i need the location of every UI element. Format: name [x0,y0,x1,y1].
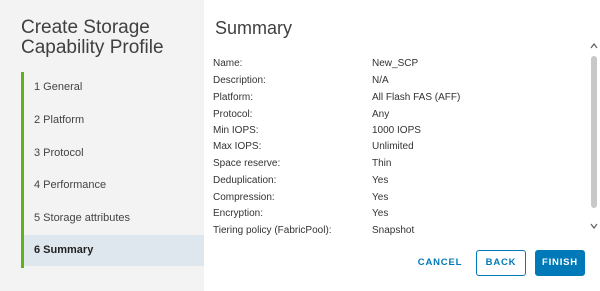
chevron-down-icon[interactable] [589,220,599,232]
summary-row-platform: Platform: All Flash FAS (AFF) [204,92,589,108]
summary-row-space-reserve: Space reserve: Thin [204,158,589,174]
summary-value: Yes [372,192,389,203]
summary-row-min-iops: Min IOPS: 1000 IOPS [204,125,589,141]
summary-panel: Summary Name: New_SCP Description: N/A P… [204,0,600,291]
summary-list: Name: New_SCP Description: N/A Platform:… [204,52,589,235]
summary-row-description: Description: N/A [204,75,589,91]
summary-label: Name: [213,58,243,69]
summary-label: Compression: [213,192,275,203]
chevron-up-icon[interactable] [589,40,599,52]
summary-scrollbar[interactable] [588,36,600,236]
page-title: Summary [215,18,293,38]
summary-value: All Flash FAS (AFF) [372,92,461,103]
summary-value: 1000 IOPS [372,125,421,136]
wizard-step-platform[interactable]: 2 Platform [24,105,207,136]
finish-button[interactable]: FINISH [535,250,585,276]
summary-value: Any [372,109,390,120]
summary-label: Description: [213,75,266,86]
back-button[interactable]: BACK [476,250,526,276]
wizard-sidebar: Create Storage Capability Profile 1 Gene… [0,0,207,291]
summary-value: Unlimited [372,141,414,152]
summary-value: N/A [372,75,389,86]
summary-label: Encryption: [213,208,264,219]
summary-label: Protocol: [213,109,253,120]
summary-row-deduplication: Deduplication: Yes [204,175,589,191]
summary-row-name: Name: New_SCP [204,58,589,74]
summary-row-protocol: Protocol: Any [204,109,589,125]
summary-value: Snapshot [372,225,415,235]
summary-row-tiering-policy: Tiering policy (FabricPool): Snapshot [204,225,589,235]
wizard-step-general[interactable]: 1 General [24,72,207,103]
scrollbar-thumb[interactable] [591,56,597,208]
wizard-steps: 1 General 2 Platform 3 Protocol 4 Perfor… [21,72,207,268]
summary-label: Platform: [213,92,254,103]
summary-label: Min IOPS: [213,125,259,136]
summary-value: Thin [372,158,392,169]
wizard-step-performance[interactable]: 4 Performance [24,170,207,201]
summary-row-encryption: Encryption: Yes [204,208,589,224]
summary-value: Yes [372,175,389,186]
summary-label: Deduplication: [213,175,277,186]
summary-row-max-iops: Max IOPS: Unlimited [204,141,589,157]
wizard-title: Create Storage Capability Profile [21,17,164,58]
summary-label: Space reserve: [213,158,281,169]
cancel-button[interactable]: CANCEL [412,250,468,276]
wizard-step-storage-attributes[interactable]: 5 Storage attributes [24,203,207,234]
wizard-step-summary[interactable]: 6 Summary [24,235,207,266]
summary-row-compression: Compression: Yes [204,192,589,208]
wizard-step-protocol[interactable]: 3 Protocol [24,138,207,169]
summary-label: Tiering policy (FabricPool): [213,225,332,235]
summary-value: New_SCP [372,58,419,69]
summary-value: Yes [372,208,389,219]
summary-label: Max IOPS: [213,141,262,152]
